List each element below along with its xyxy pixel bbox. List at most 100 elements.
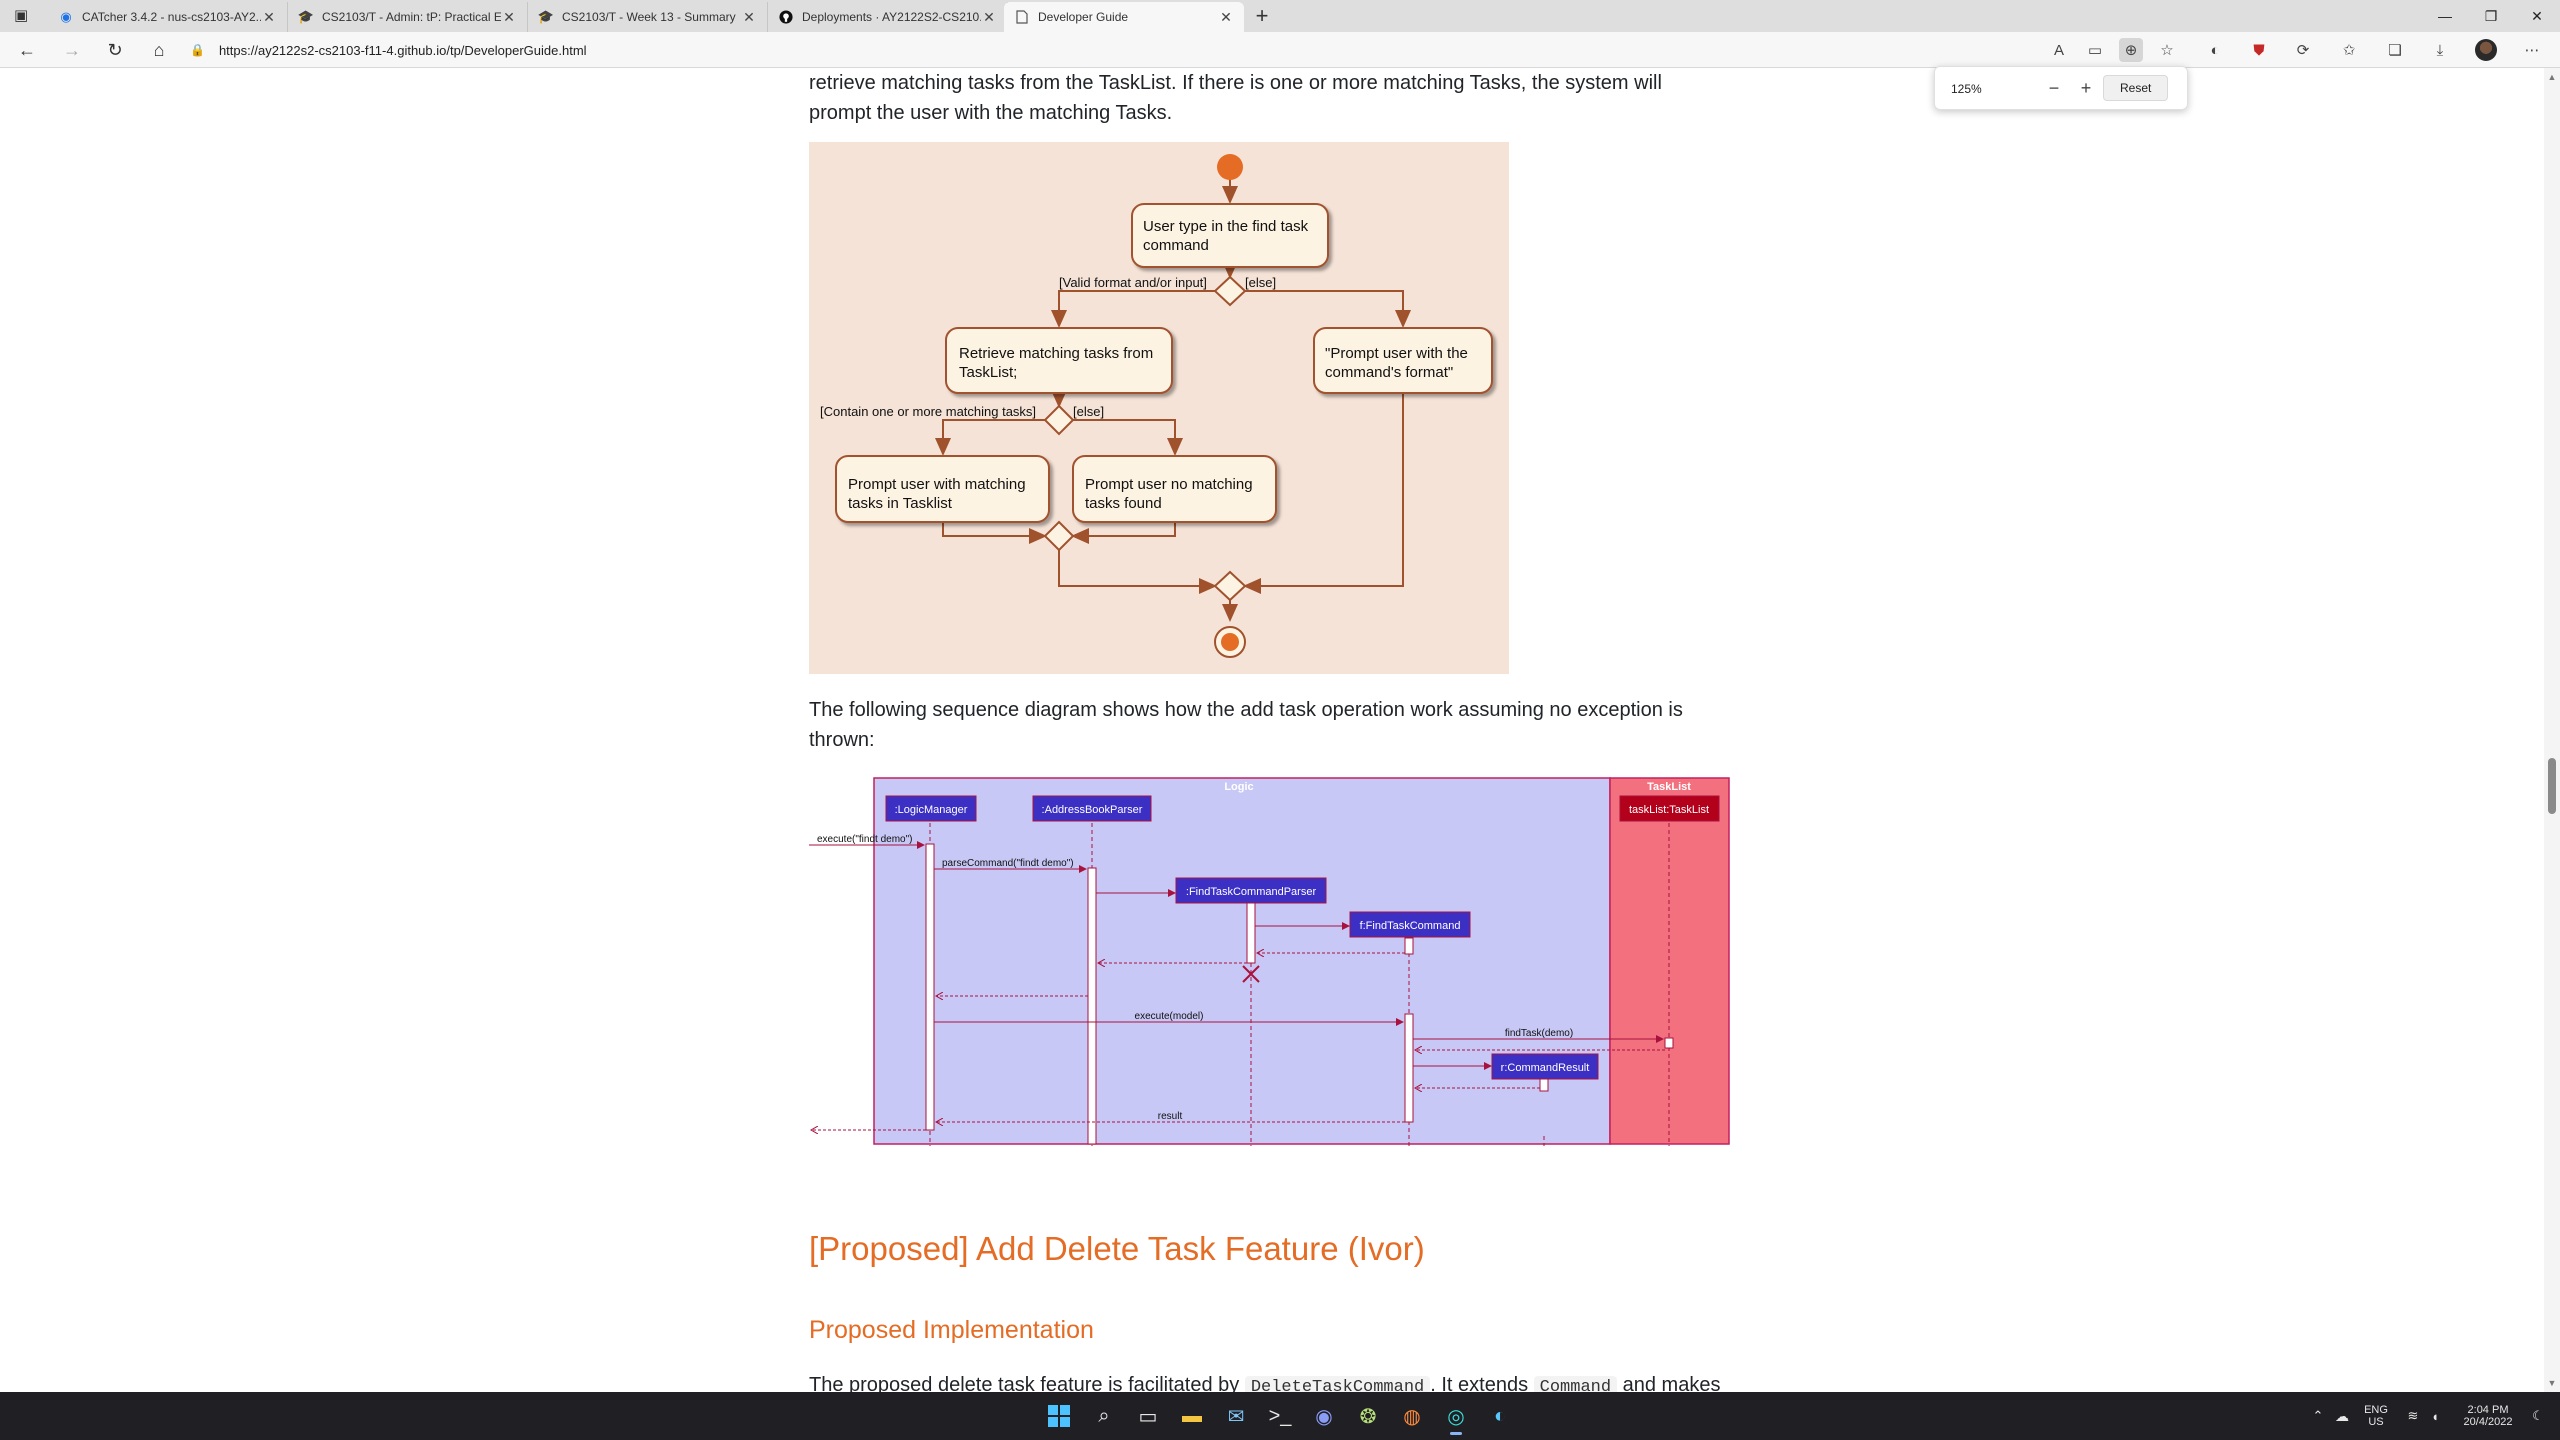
tab-strip: ▣ ◉ CATcher 3.4.2 - nus-cs2103-AY2... ✕ … — [0, 0, 2560, 32]
language-indicator[interactable]: ENG US — [2358, 1392, 2394, 1440]
scrollbar-thumb[interactable] — [2548, 758, 2556, 814]
read-aloud-icon[interactable]: A — [2047, 38, 2071, 62]
page-icon — [1014, 9, 1030, 25]
node-text: User type in the find task — [1143, 218, 1309, 235]
node-text: TaskList; — [959, 364, 1017, 381]
wifi-icon[interactable]: ≋ — [2402, 1392, 2424, 1440]
participant-label: r:CommandResult — [1501, 1062, 1590, 1074]
new-tab-button[interactable]: + — [1250, 4, 1274, 28]
tab-week13[interactable]: 🎓 CS2103/T - Week 13 - Summary ✕ — [528, 2, 768, 32]
zoom-reset-button[interactable]: Reset — [2103, 75, 2169, 101]
clock[interactable]: 2:04 PM 20/4/2022 — [2452, 1392, 2524, 1440]
app-icon[interactable]: ❂ — [1352, 1400, 1384, 1432]
close-tab-icon[interactable]: ✕ — [981, 9, 997, 26]
notification-icon[interactable]: ☾ — [2526, 1392, 2550, 1440]
tab-admin-tp[interactable]: 🎓 CS2103/T - Admin: tP: Practical E... ✕ — [288, 2, 528, 32]
extension-icon[interactable]: ◐ — [2203, 38, 2227, 62]
close-tab-icon[interactable]: ✕ — [501, 9, 517, 26]
tray-overflow-icon[interactable]: ⌃ — [2306, 1392, 2330, 1440]
app-globe-icon[interactable]: ◐ — [1484, 1400, 1516, 1432]
scroll-down-icon[interactable]: ▼ — [2547, 1378, 2557, 1388]
scroll-up-icon[interactable]: ▲ — [2547, 72, 2557, 82]
discord-icon[interactable]: ◉ — [1308, 1400, 1340, 1432]
tab-developer-guide[interactable]: Developer Guide ✕ — [1004, 2, 1244, 32]
tab-title: CATcher 3.4.2 - nus-cs2103-AY2... — [82, 10, 261, 24]
immersive-reader-icon[interactable]: ▭ — [2083, 38, 2107, 62]
lock-icon[interactable]: 🔒 — [190, 43, 205, 57]
terminal-icon[interactable]: >_ — [1264, 1400, 1296, 1432]
zoom-out-icon[interactable]: − — [2043, 77, 2065, 99]
mail-icon[interactable]: ✉ — [1220, 1400, 1252, 1432]
refresh-icon[interactable]: ↻ — [103, 38, 127, 62]
page-scrollbar[interactable] — [2544, 68, 2560, 1392]
more-menu-icon[interactable]: ⋯ — [2520, 38, 2544, 62]
onedrive-icon[interactable]: ☁ — [2330, 1392, 2354, 1440]
message-label: execute("findt demo") — [817, 834, 912, 845]
avatar[interactable] — [2475, 39, 2497, 61]
close-window-icon[interactable]: ✕ — [2514, 0, 2560, 32]
edge-icon[interactable]: ◎ — [1440, 1400, 1472, 1435]
logic-box — [873, 777, 1611, 1145]
text-fragment: and makes — [1617, 1374, 1721, 1392]
clock-time: 2:04 PM — [2467, 1404, 2509, 1416]
language-code: ENG — [2364, 1404, 2388, 1416]
task-view-icon[interactable]: ▭ — [1132, 1400, 1164, 1432]
participant-label: :LogicManager — [895, 804, 968, 816]
downloads-icon[interactable]: ⤓ — [2428, 38, 2452, 62]
shield-icon[interactable]: ⛊ — [2247, 38, 2271, 62]
node-text: tasks in Tasklist — [848, 495, 953, 512]
node-text: Prompt user with matching — [848, 476, 1026, 493]
forward-icon[interactable]: → — [60, 38, 84, 62]
region-code: US — [2368, 1416, 2384, 1428]
guard-label: [else] — [1073, 404, 1104, 419]
message-label: findTask(demo) — [1505, 1028, 1573, 1039]
tab-deployments[interactable]: Deployments · AY2122S2-CS210... ✕ — [768, 2, 1008, 32]
heading-proposed-implementation: Proposed Implementation — [809, 1316, 1094, 1344]
inline-code: Command — [1533, 1376, 1618, 1392]
node-text: Prompt user no matching — [1085, 476, 1253, 493]
start-node — [1217, 154, 1243, 180]
windows-start-icon[interactable] — [1043, 1400, 1075, 1432]
participant-label: f:FindTaskCommand — [1360, 920, 1461, 932]
guard-label: [else] — [1245, 275, 1276, 290]
activity-diagram: User type in the find task command Retri… — [809, 142, 1509, 674]
close-tab-icon[interactable]: ✕ — [261, 9, 277, 26]
address-bar[interactable]: 🔒 https://ay2122s2-cs2103-f11-4.github.i… — [190, 36, 2050, 64]
home-icon[interactable]: ⌂ — [147, 38, 171, 62]
guard-label: [Valid format and/or input] — [1059, 275, 1207, 290]
tab-actions-menu-icon[interactable]: ▣ — [14, 8, 30, 24]
search-icon[interactable]: ⌕ — [1088, 1400, 1120, 1432]
tab-title: Deployments · AY2122S2-CS210... — [802, 10, 981, 24]
text-fragment: The proposed delete task feature is faci… — [809, 1374, 1245, 1392]
browser-toolbar: ← → ↻ ⌂ 🔒 https://ay2122s2-cs2103-f11-4.… — [0, 32, 2560, 68]
graduation-cap-icon: 🎓 — [297, 9, 315, 24]
message-label: result — [1158, 1111, 1183, 1122]
catcher-icon: ◉ — [60, 9, 72, 24]
firefox-icon[interactable]: ◍ — [1396, 1400, 1428, 1432]
close-tab-icon[interactable]: ✕ — [741, 9, 757, 26]
collections-icon[interactable]: ❏ — [2383, 38, 2407, 62]
zoom-in-icon[interactable]: + — [2075, 77, 2097, 99]
favorites-icon[interactable]: ✩ — [2337, 38, 2361, 62]
inline-code: DeleteTaskCommand — [1244, 1376, 1431, 1392]
url-text[interactable]: https://ay2122s2-cs2103-f11-4.github.io/… — [219, 43, 587, 58]
sync-icon[interactable]: ⟳ — [2291, 38, 2315, 62]
participant-label: :FindTaskCommandParser — [1186, 886, 1317, 898]
volume-icon[interactable]: ◖ — [2424, 1392, 2446, 1440]
sequence-diagram: Logic TaskList :LogicManager :AddressBoo… — [809, 776, 1731, 1146]
tab-catcher[interactable]: ◉ CATcher 3.4.2 - nus-cs2103-AY2... ✕ — [48, 2, 288, 32]
zoom-icon[interactable]: ⊕ — [2119, 38, 2143, 62]
zoom-popup: 125% − + Reset — [1934, 66, 2188, 110]
add-favorite-icon[interactable]: ☆ — [2155, 38, 2179, 62]
restore-icon[interactable]: ❐ — [2468, 0, 2514, 32]
message-label: parseCommand("findt demo") — [942, 858, 1074, 869]
node-text: command — [1143, 237, 1209, 254]
close-tab-icon[interactable]: ✕ — [1218, 9, 1234, 26]
back-icon[interactable]: ← — [15, 38, 39, 62]
windows-taskbar: ⌕ ▭ ▬ ✉ >_ ◉ ❂ ◍ ◎ ◐ ⌃ ☁ ENG US ≋ ◖ 2:04… — [0, 1392, 2560, 1440]
participant-label: :AddressBookParser — [1042, 804, 1143, 816]
tab-title: CS2103/T - Admin: tP: Practical E... — [322, 10, 501, 24]
intro-paragraph: retrieve matching tasks from the TaskLis… — [809, 72, 1662, 124]
file-explorer-icon[interactable]: ▬ — [1176, 1400, 1208, 1432]
minimize-icon[interactable]: — — [2422, 0, 2468, 32]
